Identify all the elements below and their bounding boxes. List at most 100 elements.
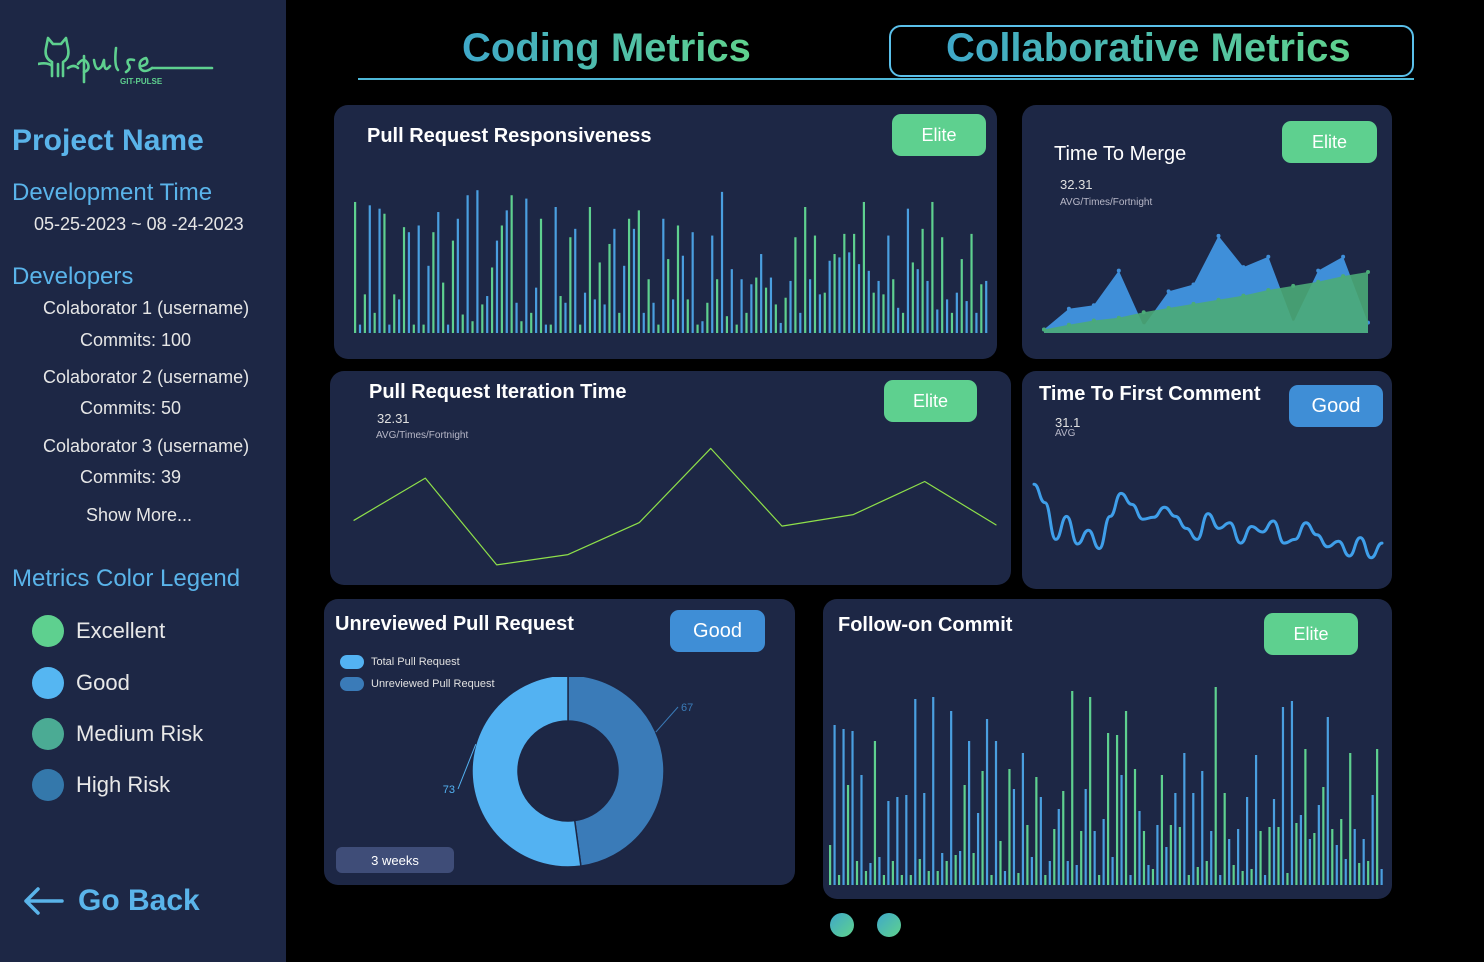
bar <box>701 321 704 333</box>
legend-item-good: Good <box>32 666 130 700</box>
bar <box>1066 861 1069 885</box>
bar <box>745 312 748 333</box>
area-point <box>1191 301 1196 306</box>
bar <box>1080 831 1083 885</box>
bar <box>398 299 401 333</box>
bar <box>882 875 886 885</box>
bar <box>985 280 988 333</box>
bar <box>923 793 926 885</box>
donut-slice <box>567 677 665 867</box>
show-more-link[interactable]: Show More... <box>86 505 192 526</box>
bar <box>918 859 921 885</box>
bar <box>1322 787 1325 885</box>
bar <box>1358 863 1361 885</box>
area-point <box>1091 303 1096 308</box>
bar <box>500 225 503 333</box>
bar <box>891 861 894 885</box>
pager-dot[interactable] <box>877 913 901 937</box>
area-point <box>1341 254 1346 259</box>
bar <box>520 321 523 333</box>
bar <box>916 269 919 333</box>
bar <box>1084 789 1087 885</box>
bar <box>1026 825 1029 885</box>
bar <box>549 324 552 333</box>
bar <box>476 190 479 333</box>
period-selector[interactable]: 3 weeks <box>336 847 454 873</box>
good-badge[interactable]: Good <box>670 610 765 652</box>
good-badge[interactable]: Good <box>1289 385 1383 427</box>
bar <box>437 212 440 333</box>
elite-badge[interactable]: Elite <box>892 114 986 156</box>
bar <box>999 841 1002 885</box>
go-back-label: Go Back <box>78 884 200 917</box>
bar <box>1205 861 1208 885</box>
bar <box>603 304 606 333</box>
bar <box>976 813 980 885</box>
bar <box>872 292 875 333</box>
bar <box>412 324 415 333</box>
area-point <box>1042 327 1046 332</box>
bar <box>1254 755 1258 885</box>
bar <box>828 260 831 333</box>
bar <box>945 299 949 333</box>
area-point <box>1266 288 1271 292</box>
area-point <box>1116 315 1121 320</box>
legend-item-high-risk: High Risk <box>32 768 170 802</box>
first-comment-chart <box>1032 482 1384 560</box>
bar <box>1380 869 1383 885</box>
bar <box>471 321 474 333</box>
go-back-button[interactable]: Go Back <box>22 884 200 918</box>
bar <box>1246 797 1249 885</box>
bar <box>1156 825 1159 885</box>
bar <box>358 324 362 333</box>
bar <box>1286 873 1289 885</box>
tab-underline <box>358 78 1414 80</box>
bar <box>579 324 582 333</box>
bar <box>1192 793 1195 885</box>
developer-name[interactable]: Colaborator 2 (username) <box>43 367 249 388</box>
card-title: Pull Request Iteration Time <box>369 381 627 403</box>
tab-coding-metrics[interactable]: Coding Metrics <box>462 26 751 71</box>
bar <box>1012 789 1016 885</box>
development-time-value: 05-25-2023 ~ 08 -24-2023 <box>34 214 244 234</box>
bar <box>970 233 973 333</box>
elite-badge[interactable]: Elite <box>1282 121 1377 163</box>
bar <box>1021 753 1025 885</box>
bar <box>427 265 430 333</box>
bar <box>981 771 984 885</box>
bar <box>837 875 841 885</box>
bar <box>1340 819 1343 885</box>
bar <box>1241 871 1244 885</box>
bar <box>623 265 626 333</box>
bar <box>388 324 391 333</box>
bar <box>945 861 948 885</box>
tab-collaborative-metrics[interactable]: Collaborative Metrics <box>946 26 1351 71</box>
bar <box>608 243 611 333</box>
pager-dot[interactable] <box>830 913 854 937</box>
bar <box>864 871 868 885</box>
bar <box>730 269 733 333</box>
excellent-dot-icon <box>32 615 64 647</box>
bar <box>1349 753 1352 885</box>
bar <box>368 205 371 333</box>
elite-badge[interactable]: Elite <box>1264 613 1358 655</box>
bar <box>808 279 812 333</box>
bar <box>1071 691 1074 885</box>
bar <box>505 210 508 333</box>
bar <box>799 312 802 333</box>
bar <box>461 314 464 333</box>
area-point <box>1291 283 1296 288</box>
developer-name[interactable]: Colaborator 3 (username) <box>43 436 249 457</box>
bar <box>593 299 596 333</box>
bar <box>927 871 930 885</box>
bar <box>446 324 450 333</box>
elite-badge[interactable]: Elite <box>884 380 977 422</box>
bar <box>363 294 366 333</box>
area-point <box>1166 289 1171 294</box>
bar <box>1098 875 1101 885</box>
bar <box>1057 809 1060 885</box>
bar <box>1214 687 1217 885</box>
developer-name[interactable]: Colaborator 1 (username) <box>43 298 249 319</box>
bar <box>1178 827 1181 885</box>
bar <box>442 282 445 333</box>
